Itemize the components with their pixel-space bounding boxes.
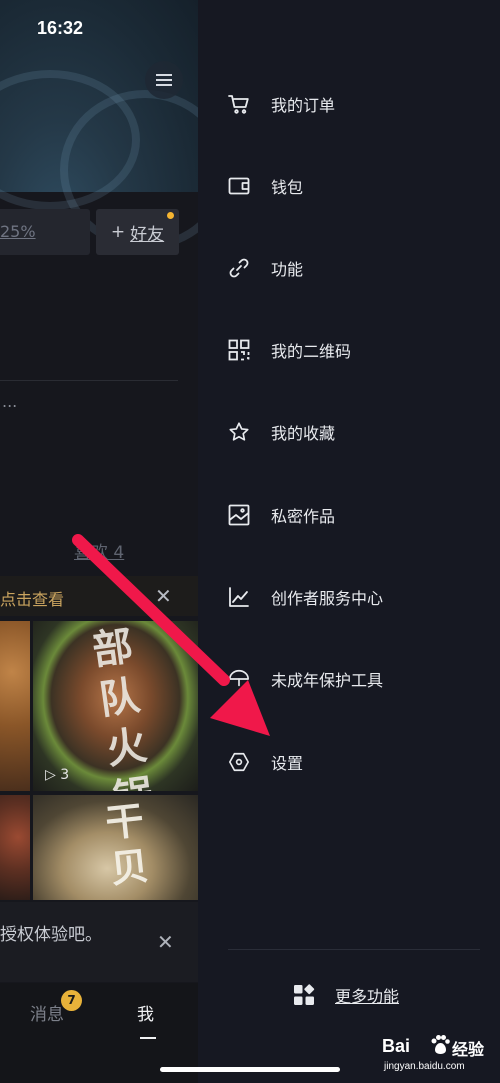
menu-item-label: 设置: [271, 754, 304, 773]
status-time: 16:32: [37, 18, 84, 38]
completion-chip[interactable]: 25%: [0, 209, 90, 255]
menu-item-wallet[interactable]: 钱包: [228, 161, 478, 211]
play-icon: ▷: [45, 767, 56, 783]
divider: [228, 949, 480, 950]
private-image-icon: [228, 504, 250, 526]
close-icon[interactable]: ✕: [155, 584, 172, 608]
menu-item-label: 我的订单: [271, 96, 336, 115]
menu-item-qrcode[interactable]: 我的二维码: [228, 325, 478, 375]
completion-percent: 25%: [0, 222, 36, 241]
thumbnail-caption: 部队火锅: [89, 622, 157, 791]
menu-item-label: 我的二维码: [271, 342, 352, 361]
menu-item-label: 功能: [271, 260, 304, 279]
thumbnail-caption: 干贝: [103, 796, 151, 892]
cart-icon: [228, 93, 250, 115]
divider: [0, 380, 178, 381]
menu-item-label: 钱包: [271, 178, 304, 197]
watermark-brand: Bai: [382, 1036, 411, 1056]
menu-item-label: 创作者服务中心: [271, 589, 384, 608]
wallet-icon: [228, 175, 250, 197]
video-thumbnail[interactable]: 部队火锅 ▷ 3: [33, 621, 198, 791]
close-icon[interactable]: ✕: [157, 930, 174, 954]
menu-item-favorites[interactable]: 我的收藏: [228, 407, 478, 457]
menu-item-functions[interactable]: 功能: [228, 243, 478, 293]
umbrella-icon: [228, 668, 250, 690]
video-thumbnail[interactable]: [0, 621, 30, 791]
settings-hexagon-icon: [228, 751, 250, 773]
menu-item-label: 未成年保护工具: [271, 671, 384, 690]
messages-badge: 7: [61, 990, 82, 1011]
notification-dot: [167, 212, 174, 219]
menu-item-orders[interactable]: 我的订单: [228, 79, 478, 129]
play-count-value: 3: [60, 767, 70, 783]
plus-icon: +: [110, 222, 126, 242]
auth-text[interactable]: 授权体验吧。: [0, 920, 102, 945]
play-count: ▷ 3: [45, 767, 69, 783]
menu-item-label: 我的收藏: [271, 424, 336, 443]
tip-text[interactable]: 点击查看: [0, 586, 64, 610]
tab-messages[interactable]: 消息: [30, 1000, 64, 1025]
video-thumbnail[interactable]: [0, 795, 30, 900]
menu-item-label: 私密作品: [271, 507, 336, 526]
menu-item-private-works[interactable]: 私密作品: [228, 490, 478, 540]
more-functions-button[interactable]: 更多功能: [293, 983, 399, 1007]
grid-icon: [294, 984, 315, 1005]
chart-icon: [228, 586, 250, 608]
add-friend-label: 好友: [130, 224, 165, 245]
star-icon: [228, 421, 250, 443]
hamburger-menu-button[interactable]: [145, 61, 183, 99]
link-icon: [228, 257, 250, 279]
tab-me[interactable]: 我: [137, 1000, 154, 1025]
more-functions-label: 更多功能: [335, 987, 400, 1006]
likes-tab[interactable]: 喜欢 4: [74, 538, 124, 563]
hamburger-icon: [156, 79, 172, 81]
menu-item-minor-protection[interactable]: 未成年保护工具: [228, 654, 478, 704]
video-thumbnail[interactable]: 干贝: [33, 795, 198, 900]
watermark-url: jingyan.baidu.com: [384, 1061, 465, 1072]
home-indicator[interactable]: [160, 1067, 340, 1072]
profile-page-background: 25% + 好友 ... 喜欢 4 点击查看 ✕ 部队火锅 ▷ 3 干贝 授权体验…: [0, 0, 198, 1083]
menu-item-creator-center[interactable]: 创作者服务中心: [228, 572, 478, 622]
baidu-jingyan-watermark: Bai 经验 jingyan.baidu.com: [382, 1030, 494, 1078]
active-tab-indicator: [140, 1037, 156, 1039]
menu-item-settings[interactable]: 设置: [228, 737, 478, 787]
bio-ellipsis: ...: [2, 392, 18, 411]
qrcode-icon: [228, 339, 250, 361]
watermark-suffix: 经验: [452, 1040, 485, 1059]
paw-icon: [431, 1035, 450, 1054]
